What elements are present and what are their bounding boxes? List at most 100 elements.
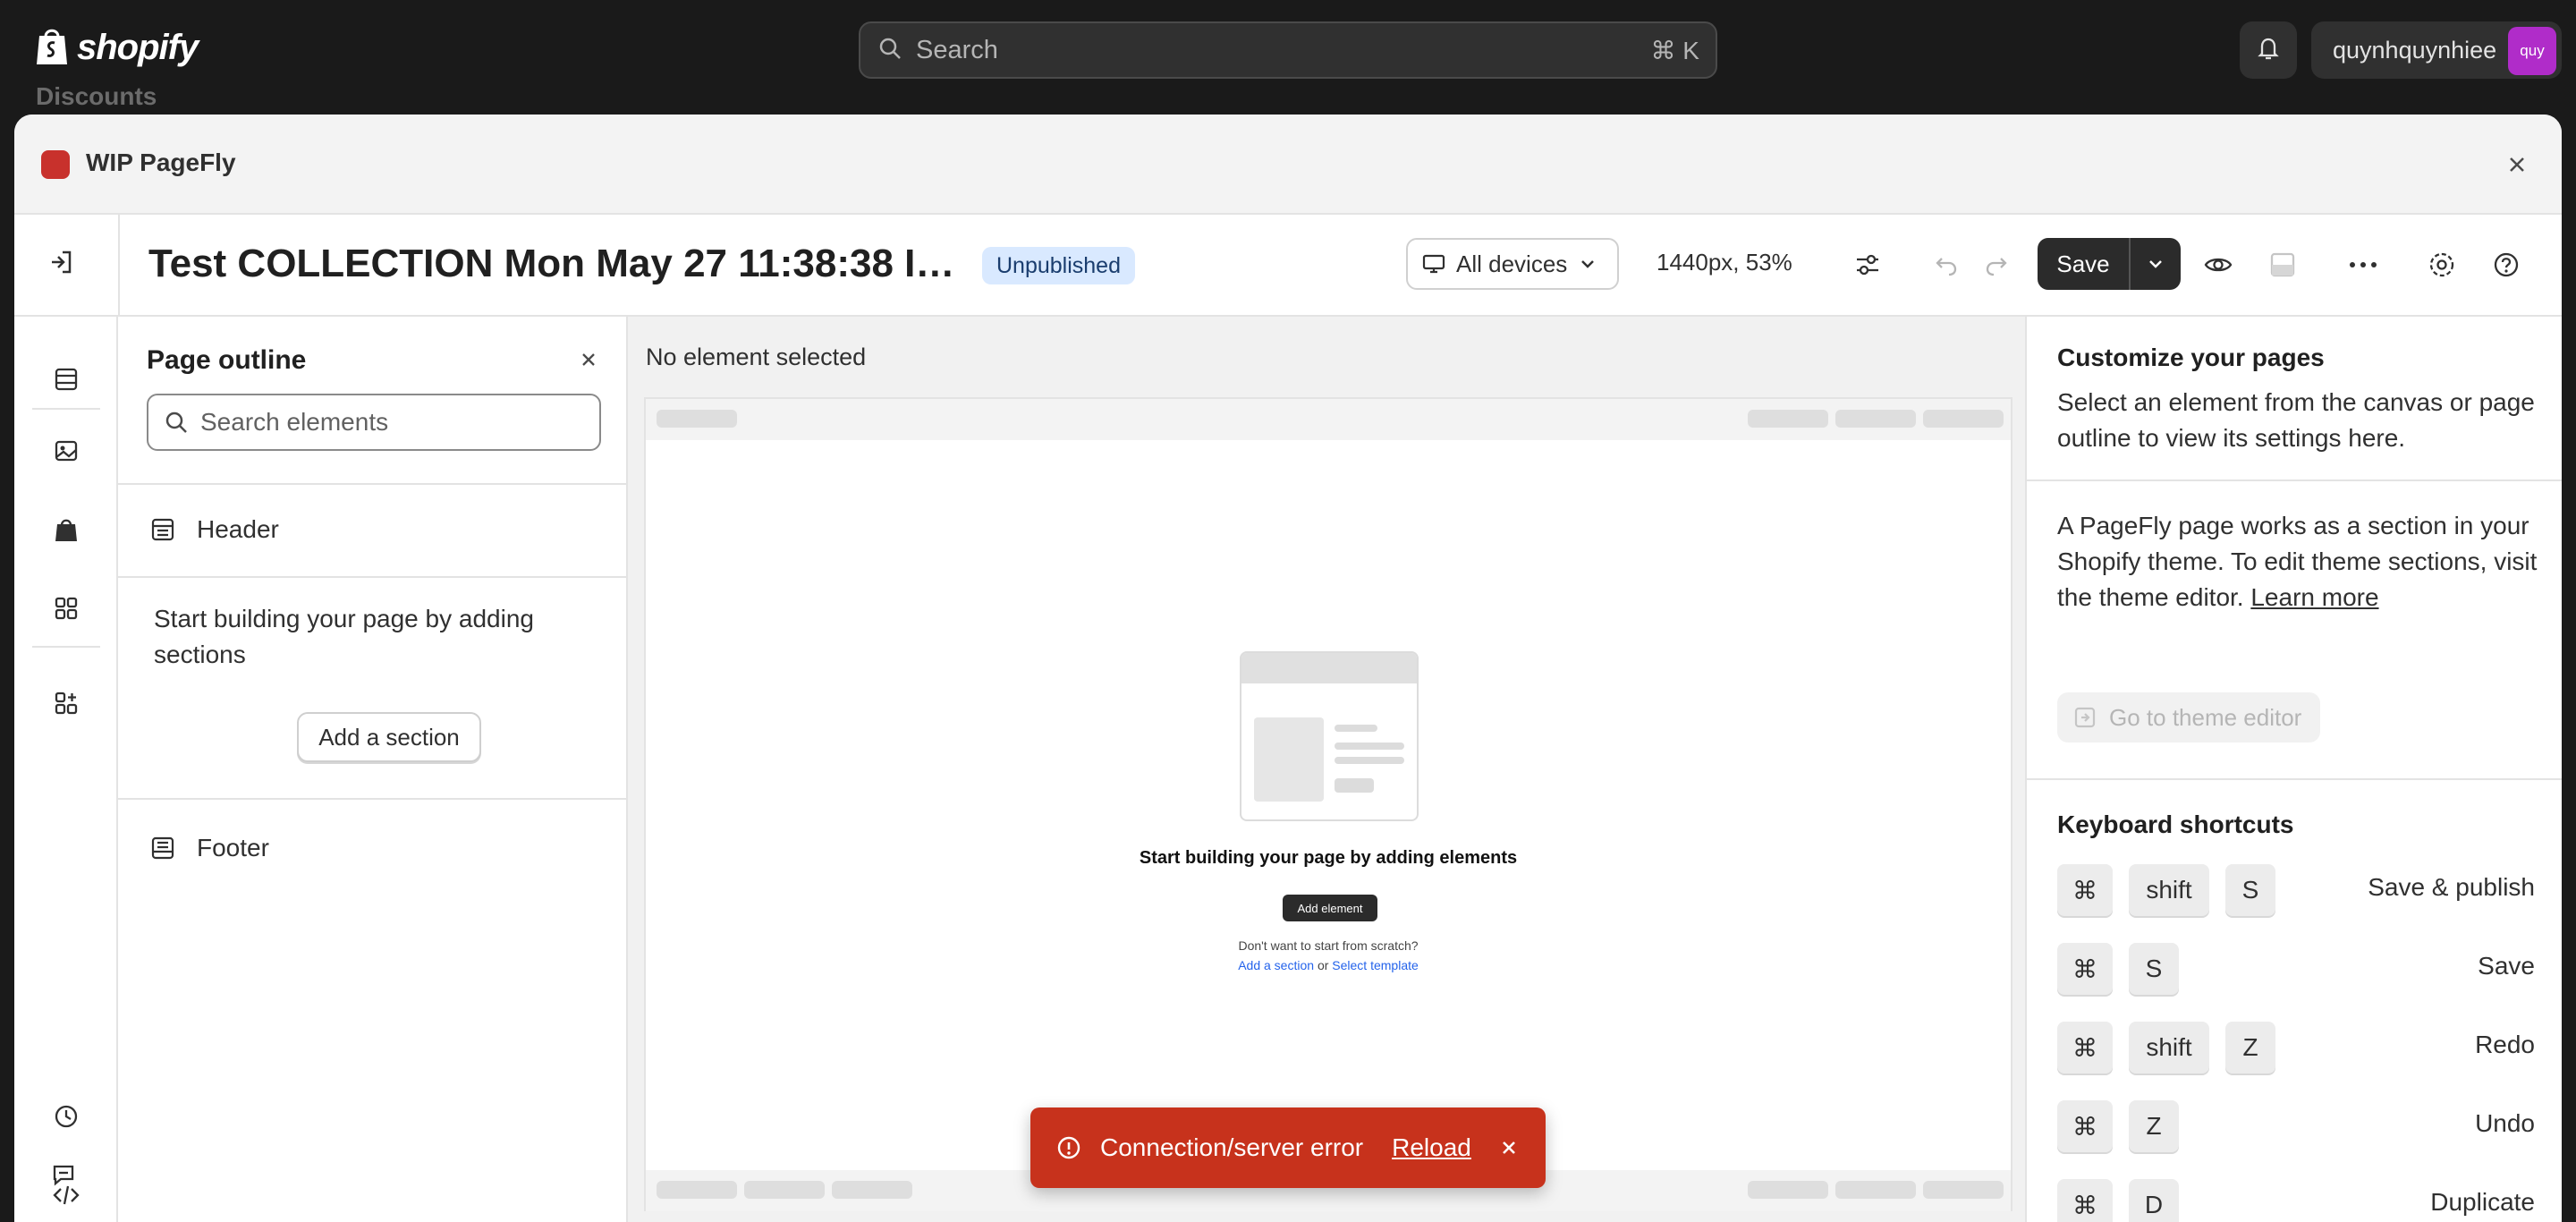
outline-item-label: Header [197, 515, 279, 543]
more-actions-button[interactable] [2345, 247, 2381, 283]
save-options-button[interactable] [2131, 238, 2181, 290]
shortcut-action: Undo [2475, 1109, 2535, 1137]
rail-shopify-elements-button[interactable] [48, 512, 84, 547]
alert-circle-icon [1057, 1136, 1080, 1159]
search-placeholder: Search [916, 35, 998, 64]
scratch-question: Don't want to start from scratch? [1238, 938, 1419, 953]
search-elements-input[interactable]: Search elements [147, 394, 601, 451]
scratch-links: Add a section or Select template [646, 955, 2011, 975]
save-button[interactable]: Save [2038, 238, 2131, 290]
rail-media-button[interactable] [48, 433, 84, 469]
outline-item-footer[interactable]: Footer [150, 834, 269, 862]
shortcut-action: Save & publish [2368, 873, 2535, 901]
canvas-settings-button[interactable] [1850, 247, 1885, 283]
grid-icon [55, 597, 78, 620]
divider [118, 798, 626, 800]
shopping-bag-icon [55, 519, 77, 541]
illustration-image [1254, 717, 1324, 802]
avatar: quy [2508, 27, 2556, 75]
chevron-down-icon [1581, 260, 1595, 268]
shopify-topbar: shopify Discounts Search ⌘ K quynhquynhi… [0, 0, 2576, 110]
notifications-button[interactable] [2240, 21, 2297, 79]
page-outline-panel: Page outline Search elements Header Star… [118, 317, 628, 1222]
settings-panel: Customize your pages Select an element f… [2025, 317, 2562, 1222]
chat-icon [53, 1165, 74, 1186]
bell-icon [2255, 35, 2282, 66]
shopping-bag-icon [34, 25, 70, 71]
divider [118, 576, 626, 578]
layout-header-icon [151, 518, 174, 541]
selection-status: No element selected [646, 344, 867, 370]
outline-item-header[interactable]: Header [150, 515, 279, 544]
reload-link[interactable]: Reload [1392, 1133, 1471, 1162]
more-icon [2350, 262, 2377, 267]
rail-page-outline-button[interactable] [48, 361, 84, 397]
divider [2027, 778, 2562, 780]
monitor-icon [1422, 254, 1445, 274]
shortcut-row: ⌘ Z Undo [2057, 1100, 2535, 1152]
close-outline-button[interactable] [580, 351, 597, 373]
global-search[interactable]: Search ⌘ K [859, 21, 1717, 79]
keyboard-shortcuts-title: Keyboard shortcuts [2057, 810, 2294, 838]
skeleton-block [744, 1181, 825, 1199]
rail-divider [32, 408, 100, 410]
close-modal-button[interactable] [2499, 147, 2535, 182]
toolbar-divider [118, 215, 120, 317]
go-to-theme-editor-label: Go to theme editor [2109, 703, 2302, 731]
rail-history-button[interactable] [48, 1099, 84, 1134]
page-canvas[interactable]: Start building your page by adding eleme… [644, 397, 2012, 1211]
help-button[interactable] [2488, 247, 2524, 283]
preview-button[interactable] [2200, 247, 2236, 283]
shortcut-key: S [2129, 943, 2179, 995]
exit-editor-button[interactable] [47, 247, 77, 282]
illustration-line [1335, 757, 1404, 764]
add-element-button[interactable]: Add element [1283, 895, 1377, 921]
shopify-logo[interactable]: shopify [34, 25, 199, 71]
shortcut-key: ⌘ [2057, 1022, 2113, 1073]
page-outline-title: Page outline [147, 345, 307, 375]
illustration-line [1335, 778, 1374, 793]
undo-button[interactable] [1928, 247, 1964, 283]
layers-icon [55, 368, 78, 391]
skeleton-block [1923, 1181, 2004, 1199]
image-icon [55, 440, 78, 462]
page-title[interactable]: Test COLLECTION Mon May 27 11:38:38 ICT … [148, 242, 971, 286]
account-menu[interactable]: quynhquynhiee quy [2311, 21, 2562, 79]
select-template-link[interactable]: Select template [1332, 958, 1419, 972]
page-settings-button[interactable] [2424, 247, 2460, 283]
scratch-hint: Don't want to start from scratch? Add a … [646, 936, 2011, 975]
dismiss-toast-button[interactable] [1499, 1135, 1519, 1164]
shortcut-action: Redo [2475, 1031, 2535, 1058]
add-section-button[interactable]: Add a section [297, 712, 481, 762]
left-rail [14, 317, 118, 1222]
shortcut-key: shift [2129, 1022, 2209, 1073]
sliders-icon [1857, 254, 1878, 276]
chat-support-button[interactable] [50, 1161, 77, 1192]
go-to-theme-editor-button[interactable]: Go to theme editor [2057, 692, 2320, 743]
canvas-empty-title: Start building your page by adding eleme… [1139, 848, 1518, 868]
header-skeleton [646, 399, 2011, 440]
outline-empty-message: Start building your page by adding secti… [154, 605, 534, 668]
shortcut-key: Z [2225, 1022, 2275, 1073]
canvas-area: No element selected Start building your … [628, 317, 2025, 1222]
skeleton-block [657, 1181, 737, 1199]
learn-more-link[interactable]: Learn more [2250, 583, 2378, 611]
redo-button[interactable] [1979, 247, 2014, 283]
skeleton-block [1748, 410, 1828, 428]
device-select[interactable]: All devices [1406, 238, 1619, 290]
zoom-level[interactable]: 1440px, 53% [1657, 249, 1792, 276]
layout-footer-icon [151, 836, 174, 860]
app-modal: WIP PageFly Test COLLECTION Mon May 27 1… [14, 115, 2562, 1222]
error-toast: Connection/server error Reload [1030, 1107, 1546, 1188]
apps-icon [55, 692, 78, 715]
add-section-link[interactable]: Add a section [1238, 958, 1314, 972]
scratch-or: or [1317, 958, 1329, 972]
help-icon [2494, 252, 2519, 277]
rail-add-ons-button[interactable] [48, 685, 84, 721]
shortcut-key: shift [2129, 864, 2209, 916]
rail-elements-button[interactable] [48, 590, 84, 626]
redo-icon [1986, 258, 2007, 276]
close-icon [582, 353, 595, 366]
app-title: WIP PageFly [86, 149, 236, 176]
view-live-button[interactable] [2265, 247, 2301, 283]
